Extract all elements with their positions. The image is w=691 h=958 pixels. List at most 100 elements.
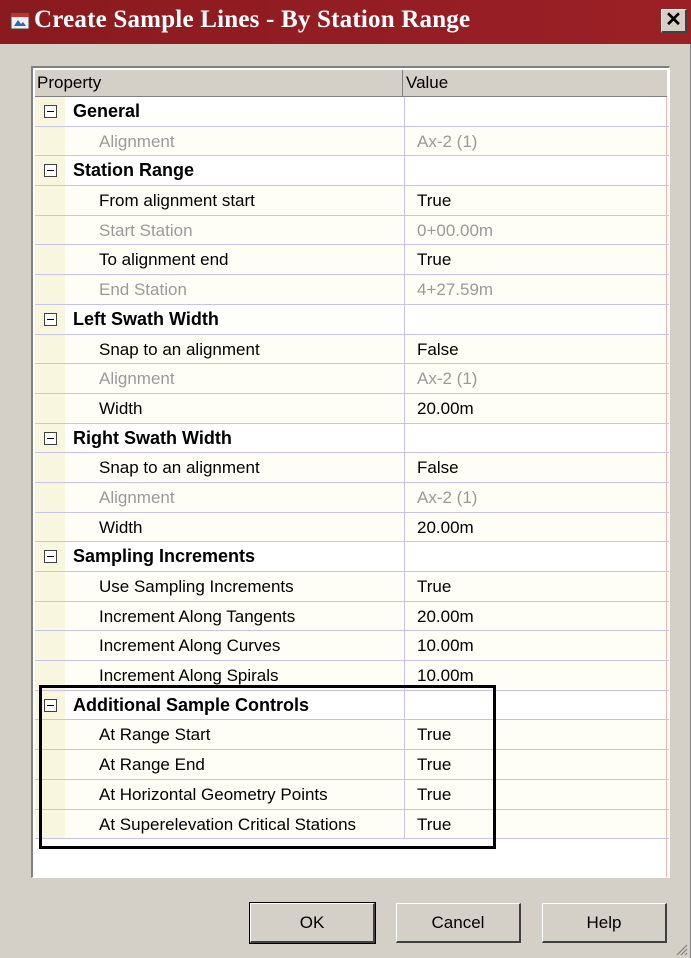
- value-cell[interactable]: 20.00m: [405, 512, 669, 542]
- property-value: True: [417, 755, 452, 775]
- grid-header: Property Value: [35, 70, 667, 97]
- value-cell[interactable]: True: [405, 809, 669, 839]
- property-cell: Increment Along Tangents: [65, 601, 405, 631]
- value-cell[interactable]: True: [405, 245, 669, 275]
- row-gutter: [35, 156, 65, 186]
- property-label: At Range Start: [99, 725, 211, 745]
- category-row[interactable]: Right Swath Width: [35, 423, 669, 454]
- value-cell[interactable]: 10.00m: [405, 631, 669, 661]
- property-row[interactable]: From alignment start True: [35, 186, 669, 216]
- title-bar[interactable]: Create Sample Lines - By Station Range ✕: [0, 0, 691, 44]
- property-cell: Additional Sample Controls: [65, 690, 405, 720]
- property-label: Use Sampling Increments: [99, 577, 294, 596]
- property-row[interactable]: Increment Along Curves 10.00m: [35, 631, 669, 662]
- property-cell: Snap to an alignment: [65, 453, 405, 482]
- property-row[interactable]: Alignment Ax-2 (1): [35, 482, 669, 513]
- value-cell[interactable]: True: [405, 572, 669, 601]
- value-cell[interactable]: Ax-2 (1): [405, 482, 669, 512]
- value-cell[interactable]: True: [405, 720, 669, 750]
- property-row[interactable]: Snap to an alignment False: [35, 453, 669, 483]
- value-cell[interactable]: False: [405, 334, 669, 364]
- collapse-icon[interactable]: [44, 312, 57, 326]
- ok-button[interactable]: OK: [249, 902, 376, 944]
- property-row[interactable]: Snap to an alignment False: [35, 334, 669, 365]
- value-cell[interactable]: 0+00.00m: [405, 215, 669, 245]
- property-row[interactable]: Alignment Ax-2 (1): [35, 364, 669, 394]
- value-cell[interactable]: Ax-2 (1): [405, 126, 669, 156]
- property-row[interactable]: Use Sampling Increments True: [35, 572, 669, 602]
- property-row[interactable]: Width 20.00m: [35, 512, 669, 543]
- property-label: At Range End: [99, 755, 205, 775]
- property-row[interactable]: At Range Start True: [35, 720, 669, 751]
- window-title: Create Sample Lines - By Station Range: [34, 6, 471, 33]
- property-row[interactable]: At Range End True: [35, 750, 669, 780]
- property-label: Width: [99, 517, 143, 537]
- category-row[interactable]: Station Range: [35, 156, 669, 187]
- property-cell: Width: [65, 393, 405, 423]
- property-row[interactable]: At Horizontal Geometry Points True: [35, 779, 669, 810]
- property-value: 20.00m: [417, 398, 474, 418]
- value-cell[interactable]: Ax-2 (1): [405, 364, 669, 393]
- collapse-icon[interactable]: [44, 164, 57, 178]
- row-gutter: [35, 809, 65, 839]
- property-cell: Station Range: [65, 156, 405, 186]
- property-cell: Alignment: [65, 364, 405, 393]
- property-row[interactable]: At Superelevation Critical Stations True: [35, 809, 669, 840]
- value-cell: [405, 423, 669, 453]
- property-row[interactable]: Start Station 0+00.00m: [35, 215, 669, 246]
- value-cell[interactable]: False: [405, 453, 669, 482]
- property-label: Snap to an alignment: [99, 339, 260, 359]
- property-cell: Sampling Increments: [65, 542, 405, 571]
- property-value: Ax-2 (1): [417, 487, 478, 507]
- row-gutter: [35, 482, 65, 512]
- cancel-button[interactable]: Cancel: [396, 903, 521, 943]
- property-label: Alignment: [99, 487, 175, 507]
- category-row[interactable]: Left Swath Width: [35, 304, 669, 335]
- collapse-icon[interactable]: [44, 698, 57, 712]
- help-button[interactable]: Help: [542, 903, 667, 943]
- close-button[interactable]: ✕: [661, 9, 687, 33]
- value-cell[interactable]: 20.00m: [405, 601, 669, 631]
- property-cell: Right Swath Width: [65, 423, 405, 453]
- property-cell: Alignment: [65, 482, 405, 512]
- category-row[interactable]: Additional Sample Controls: [35, 690, 669, 721]
- column-header-property[interactable]: Property: [35, 70, 403, 96]
- property-cell: Increment Along Spirals: [65, 661, 405, 690]
- property-grid[interactable]: Property Value General Alignment Ax-2 (1) S…: [31, 66, 670, 878]
- property-label: Increment Along Tangents: [99, 606, 296, 626]
- property-cell: Increment Along Curves: [65, 631, 405, 661]
- property-row[interactable]: Increment Along Spirals 10.00m: [35, 661, 669, 691]
- property-label: From alignment start: [99, 191, 255, 211]
- collapse-icon[interactable]: [44, 431, 57, 445]
- row-gutter: [35, 304, 65, 334]
- value-cell[interactable]: True: [405, 750, 669, 779]
- collapse-icon[interactable]: [44, 105, 57, 118]
- row-gutter: [35, 690, 65, 720]
- value-cell[interactable]: True: [405, 779, 669, 809]
- property-row[interactable]: Width 20.00m: [35, 393, 669, 424]
- property-row[interactable]: Alignment Ax-2 (1): [35, 126, 669, 157]
- grid-rows: General Alignment Ax-2 (1) Station Range Fro…: [35, 97, 669, 840]
- category-row[interactable]: General: [35, 97, 669, 127]
- app-icon: [10, 12, 30, 30]
- property-row[interactable]: Increment Along Tangents 20.00m: [35, 601, 669, 632]
- value-cell[interactable]: 4+27.59m: [405, 275, 669, 304]
- property-value: False: [417, 339, 459, 359]
- property-cell: End Station: [65, 275, 405, 304]
- resize-grip-icon[interactable]: [674, 942, 688, 956]
- row-gutter: [35, 186, 65, 215]
- value-cell[interactable]: 20.00m: [405, 393, 669, 423]
- property-label: At Superelevation Critical Stations: [99, 814, 357, 834]
- column-header-value[interactable]: Value: [404, 70, 667, 96]
- category-row[interactable]: Sampling Increments: [35, 542, 669, 572]
- collapse-icon[interactable]: [44, 550, 57, 564]
- value-cell[interactable]: 10.00m: [405, 661, 669, 690]
- property-value: True: [417, 784, 452, 804]
- value-cell[interactable]: True: [405, 186, 669, 215]
- row-gutter: [35, 275, 65, 304]
- property-row[interactable]: To alignment end True: [35, 245, 669, 276]
- property-value: True: [417, 577, 452, 596]
- property-row[interactable]: End Station 4+27.59m: [35, 275, 669, 305]
- property-cell: Snap to an alignment: [65, 334, 405, 364]
- property-cell: At Range End: [65, 750, 405, 779]
